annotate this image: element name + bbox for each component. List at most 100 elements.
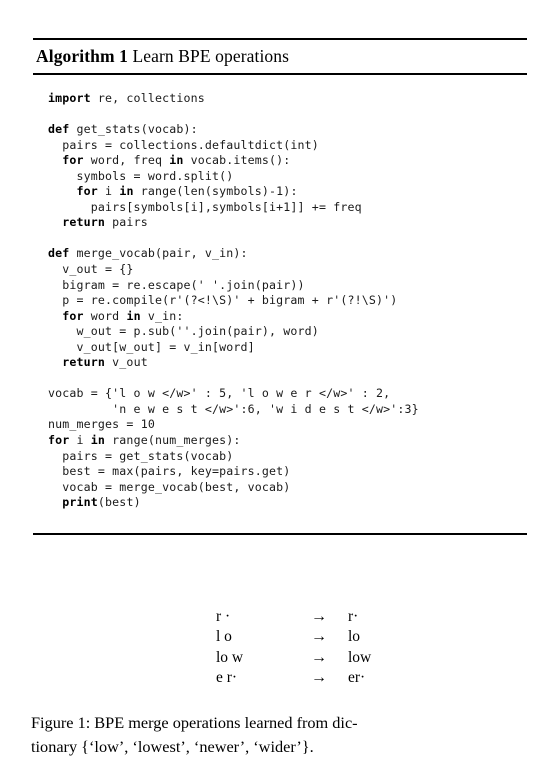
code-text: v_out = {} xyxy=(48,262,134,277)
merge-source: r · xyxy=(216,608,231,625)
code-text: v_out xyxy=(105,355,148,370)
code-text: i xyxy=(97,184,120,199)
code-text: v_in: xyxy=(140,308,184,323)
code-line: import re, collections xyxy=(48,91,527,107)
code-line: vocab = merge_vocab(best, vocab) xyxy=(48,480,527,496)
figure-caption-line-2: tionary {‘low’, ‘lowest’, ‘newer’, ‘wide… xyxy=(31,736,314,756)
code-text: v_out[w_out] = v_in[word] xyxy=(48,339,255,354)
code-line: def merge_vocab(pair, v_in): xyxy=(48,246,527,262)
code-text: vocab.items(): xyxy=(183,153,291,168)
algorithm-label: Algorithm 1 xyxy=(36,46,128,66)
code-text: pairs = collections.defaultdict(int) xyxy=(48,137,319,152)
code-line: bigram = re.escape(' '.join(pair)) xyxy=(48,278,527,294)
code-line: w_out = p.sub(''.join(pair), word) xyxy=(48,324,527,340)
code-text: range(len(symbols)-1): xyxy=(133,184,298,199)
code-line: num_merges = 10 xyxy=(48,417,527,433)
merge-source: e r· xyxy=(216,669,238,687)
merge-operation-row: e r· → er· xyxy=(216,668,371,688)
merge-target: r· xyxy=(348,608,359,625)
code-keyword: for xyxy=(62,153,84,168)
code-line: best = max(pairs, key=pairs.get) xyxy=(48,464,527,480)
code-text: bigram = re.escape(' '.join(pair)) xyxy=(48,277,305,292)
code-keyword: return xyxy=(62,355,106,370)
merge-arrow-icon: → xyxy=(311,669,327,687)
merge-arrow-icon: → xyxy=(311,628,327,646)
code-line: vocab = {'l o w </w>' : 5, 'l o w e r </… xyxy=(48,386,527,402)
code-line: pairs[symbols[i],symbols[i+1]] += freq xyxy=(48,200,527,216)
merge-operation-row: l o → lo xyxy=(216,627,371,647)
code-line: print(best) xyxy=(48,495,527,511)
code-keyword: print xyxy=(62,495,98,510)
code-keyword: import xyxy=(48,91,91,105)
code-line: v_out[w_out] = v_in[word] xyxy=(48,340,527,356)
code-line: pairs = get_stats(vocab) xyxy=(48,449,527,465)
code-keyword: def xyxy=(48,246,70,261)
merge-target: er· xyxy=(348,669,366,687)
algorithm-title: Algorithm 1 Learn BPE operations xyxy=(33,40,527,71)
algorithm-box: Algorithm 1 Learn BPE operations import … xyxy=(33,38,527,535)
merge-operations-body: r · → r· l o → lo lo w → low e r· → er· xyxy=(216,607,371,689)
code-text: vocab = {'l o w </w>' : 5, 'l o w e r </… xyxy=(48,386,391,401)
code-keyword: for xyxy=(76,184,98,199)
code-text: pairs = get_stats(vocab) xyxy=(48,448,234,463)
code-text: merge_vocab(pair, v_in): xyxy=(69,246,248,261)
merge-target: low xyxy=(348,648,372,666)
code-keyword: return xyxy=(62,215,106,230)
code-keyword: for xyxy=(48,433,70,448)
code-line: p = re.compile(r'(?<!\S)' + bigram + r'(… xyxy=(48,293,527,309)
code-text: w_out = p.sub(''.join(pair), word) xyxy=(48,324,319,339)
code-keyword: in xyxy=(119,184,134,199)
code-line: for word, freq in vocab.items(): xyxy=(48,153,527,169)
algorithm-caption-text: Learn BPE operations xyxy=(132,46,290,66)
code-keyword: in xyxy=(169,153,184,168)
merge-operation-row: r · → r· xyxy=(216,607,371,627)
code-text: word, freq xyxy=(83,153,170,168)
code-keyword: in xyxy=(126,308,141,323)
code-text: get_stats(vocab): xyxy=(69,122,198,137)
code-line: pairs = collections.defaultdict(int) xyxy=(48,138,527,154)
algorithm-bottom-rule xyxy=(33,532,527,535)
code-text: best = max(pairs, key=pairs.get) xyxy=(48,464,291,479)
merge-arrow-icon: → xyxy=(311,648,327,666)
code-text: num_merges = 10 xyxy=(48,417,155,432)
code-line: return pairs xyxy=(48,215,527,231)
figure-caption-line-1: Figure 1: BPE merge operations learned f… xyxy=(31,713,358,732)
code-text: symbols = word.split() xyxy=(48,168,234,183)
algorithm-code-listing: import re, collections def get_stats(voc… xyxy=(33,75,527,511)
figure-caption: Figure 1: BPE merge operations learned f… xyxy=(31,711,531,758)
merge-source: lo w xyxy=(216,648,244,666)
merge-operations-table: r · → r· l o → lo lo w → low e r· → er· xyxy=(216,607,371,689)
code-text: p = re.compile(r'(?<!\S)' + bigram + r'(… xyxy=(48,293,398,308)
merge-source: l o xyxy=(216,628,232,646)
code-line: for word in v_in: xyxy=(48,309,527,325)
code-text: (best) xyxy=(97,495,141,510)
merge-arrow-icon: → xyxy=(311,608,327,625)
code-text: pairs[symbols[i],symbols[i+1]] += freq xyxy=(48,199,362,214)
code-text: pairs xyxy=(105,215,148,230)
code-keyword: in xyxy=(90,433,106,448)
code-line: 'n e w e s t </w>':6, 'w i d e s t </w>'… xyxy=(48,402,527,418)
code-line: def get_stats(vocab): xyxy=(48,122,527,138)
merge-target: lo xyxy=(348,628,361,646)
code-text: vocab = merge_vocab(best, vocab) xyxy=(48,479,291,494)
code-keyword: def xyxy=(48,122,70,137)
code-text: word xyxy=(83,308,127,323)
code-line: v_out = {} xyxy=(48,262,527,278)
code-text: range(num_merges): xyxy=(105,433,241,448)
code-line: symbols = word.split() xyxy=(48,169,527,185)
code-text: 'n e w e s t </w>':6, 'w i d e s t </w>'… xyxy=(48,401,419,416)
code-text: i xyxy=(69,433,91,448)
code-line: for i in range(len(symbols)-1): xyxy=(48,184,527,200)
code-line: return v_out xyxy=(48,355,527,371)
code-line: for i in range(num_merges): xyxy=(48,433,527,449)
code-keyword: for xyxy=(62,308,84,323)
code-text: re, collections xyxy=(90,91,205,105)
